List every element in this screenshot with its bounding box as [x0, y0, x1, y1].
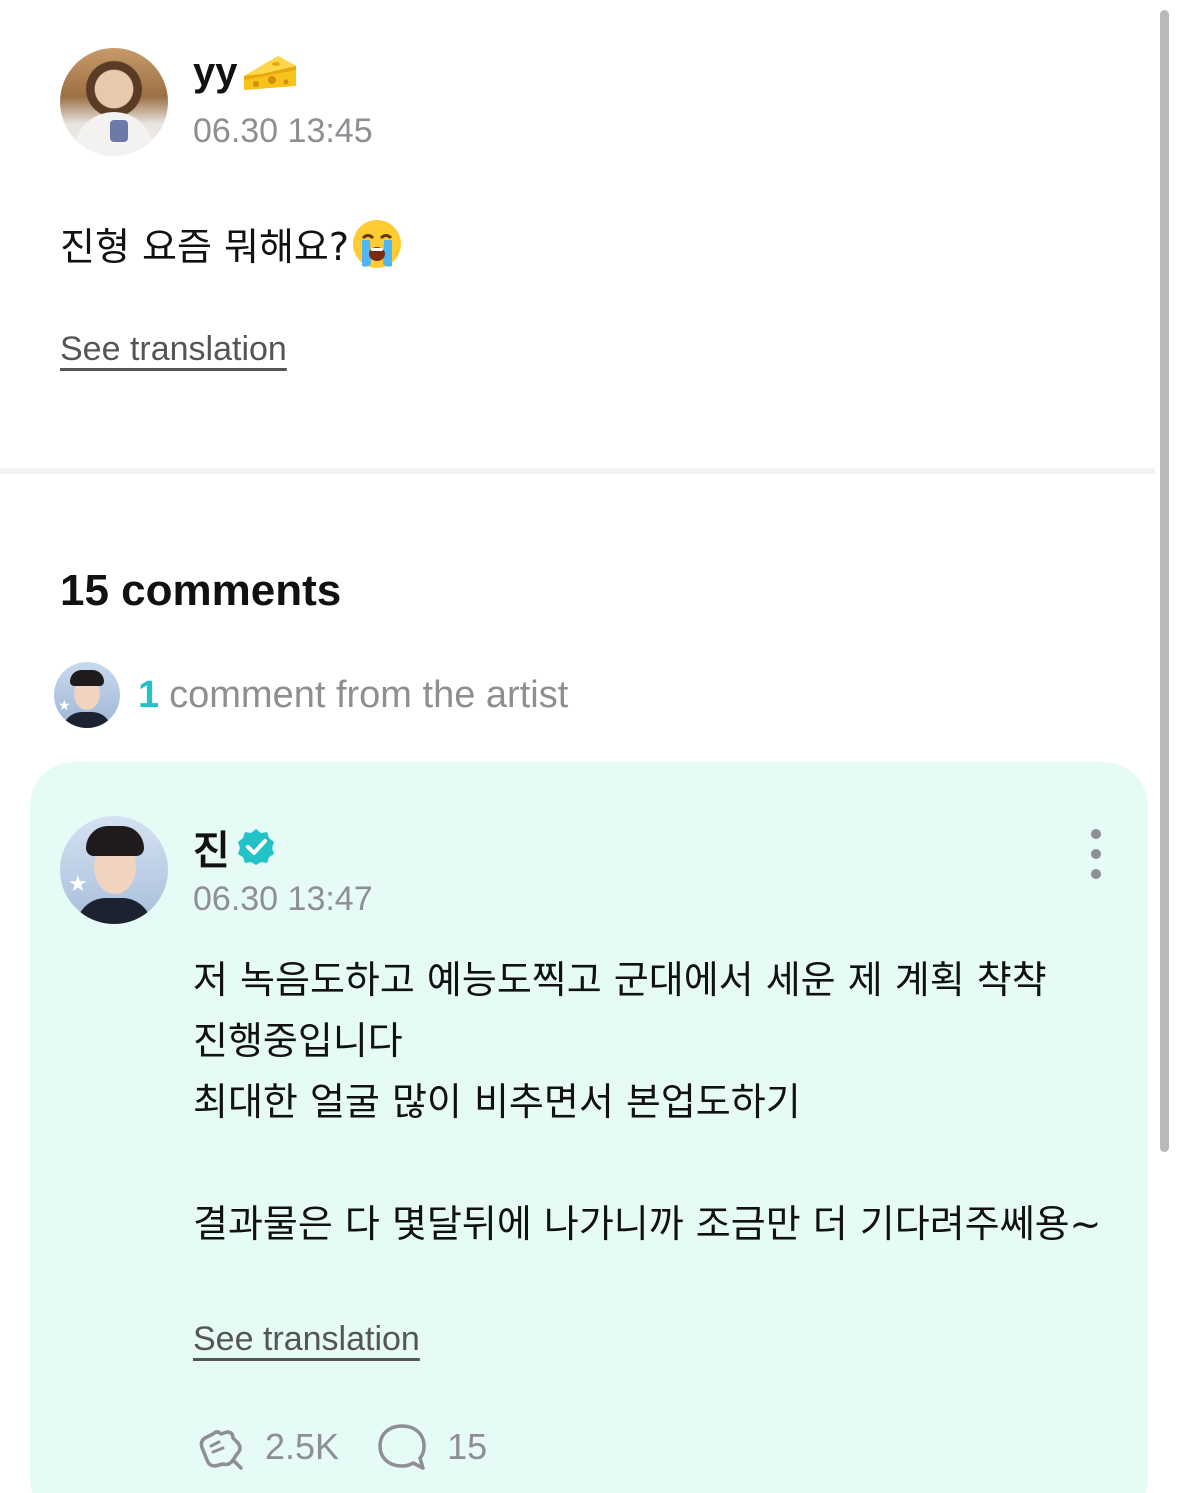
- more-options-icon[interactable]: [1084, 826, 1108, 882]
- post-author[interactable]: yy: [193, 50, 298, 95]
- comment-bubble-icon: [378, 1424, 426, 1470]
- like-count: 2.5K: [265, 1426, 340, 1467]
- section-divider: [0, 468, 1155, 474]
- artist-comments-label: 1 comment from the artist: [138, 674, 568, 717]
- post-body: 진형 요즘 뭐해요?: [60, 216, 403, 271]
- artist-name[interactable]: 진: [193, 818, 230, 876]
- post-detail-page: yy 06.30 13:45 진형 요즘 뭐해요? See translatio…: [0, 0, 1179, 1493]
- avatar-hair: [70, 670, 104, 686]
- artist-mini-avatar: ★: [54, 662, 120, 728]
- vertical-scrollbar[interactable]: [1160, 10, 1169, 1152]
- comments-count-heading: 15 comments: [60, 566, 342, 615]
- artist-comments-count: 1: [138, 673, 160, 716]
- post-author-name[interactable]: yy: [193, 50, 238, 95]
- star-icon: ★: [58, 698, 71, 714]
- verified-badge-icon: [237, 829, 274, 865]
- artist-comment-avatar[interactable]: ★: [60, 816, 168, 924]
- artist-comment-actions: 2.5K 15: [193, 1420, 523, 1474]
- like-button[interactable]: 2.5K: [193, 1420, 339, 1474]
- reply-button[interactable]: 15: [375, 1420, 487, 1474]
- artist-comment-author[interactable]: 진: [193, 818, 276, 876]
- loudly-crying-face-icon: [353, 219, 402, 268]
- cheese-icon: [243, 55, 296, 90]
- star-icon: ★: [68, 872, 88, 897]
- post-see-translation-link[interactable]: See translation: [60, 330, 287, 369]
- artist-comment-timestamp: 06.30 13:47: [193, 880, 373, 918]
- artist-comments-text: comment from the artist: [169, 673, 569, 716]
- avatar-cup: [110, 120, 128, 142]
- avatar-suit: [76, 898, 152, 924]
- post-body-text: 진형 요즘 뭐해요?: [60, 225, 350, 269]
- artist-comment-see-translation-link[interactable]: See translation: [193, 1320, 420, 1359]
- avatar-hair: [86, 826, 144, 856]
- cheer-like-icon: [199, 1430, 243, 1470]
- avatar-suit: [62, 712, 112, 728]
- post-author-avatar[interactable]: [60, 48, 168, 156]
- post-timestamp: 06.30 13:45: [193, 112, 373, 150]
- artist-comment-body: 저 녹음도하고 예능도찍고 군대에서 세운 제 계획 챡챡 진행중입니다 최대한…: [193, 958, 1102, 1246]
- reply-count: 15: [447, 1426, 488, 1467]
- artist-comments-filter[interactable]: ★ 1 comment from the artist: [54, 662, 568, 728]
